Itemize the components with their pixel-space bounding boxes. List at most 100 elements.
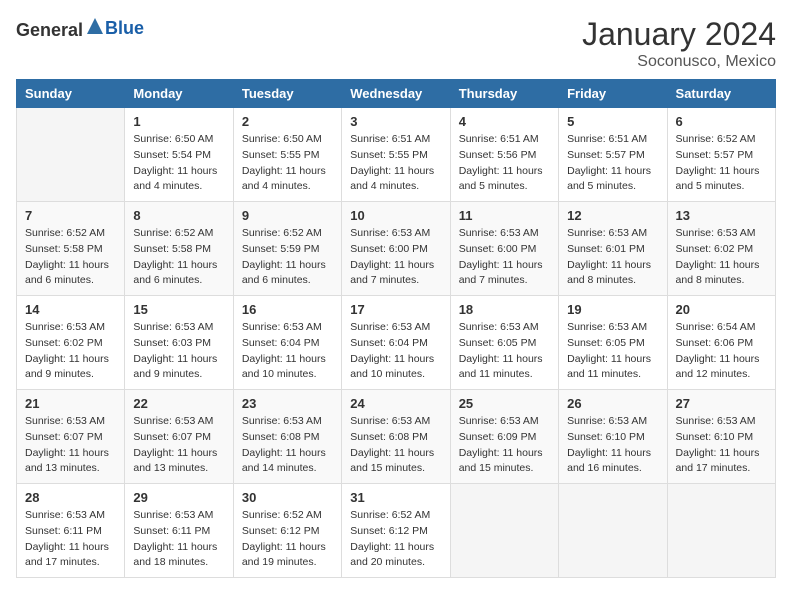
cell-info: Sunrise: 6:53 AMSunset: 6:00 PMDaylight:… <box>350 226 441 289</box>
table-row: 23 Sunrise: 6:53 AMSunset: 6:08 PMDayligh… <box>233 390 341 484</box>
table-row: 9Sunrise: 6:52 AMSunset: 5:59 PMDaylight… <box>233 202 341 296</box>
cell-info: Sunrise: 6:53 AMSunset: 6:04 PMDaylight:… <box>242 320 333 383</box>
cell-info: Sunrise: 6:53 AMSunset: 6:08 PMDaylight:… <box>242 414 333 477</box>
page-header: General Blue January 2024 Soconusco, Mex… <box>16 16 776 71</box>
cell-info: Sunrise: 6:53 AMSunset: 6:08 PMDaylight:… <box>350 414 441 477</box>
day-number: 27 <box>676 396 767 411</box>
table-row: 21Sunrise: 6:53 AMSunset: 6:07 PMDayligh… <box>17 390 125 484</box>
day-number: 19 <box>567 302 658 317</box>
table-row: 19 Sunrise: 6:53 AMSunset: 6:05 PMDayligh… <box>559 296 667 390</box>
cell-info: Sunrise: 6:51 AMSunset: 5:55 PMDaylight:… <box>350 132 441 195</box>
calendar-week-row: 1 Sunrise: 6:50 AMSunset: 5:54 PMDaylight… <box>17 108 776 202</box>
cell-info: Sunrise: 6:53 AMSunset: 6:02 PMDaylight:… <box>25 320 116 383</box>
cell-info: Sunrise: 6:52 AMSunset: 6:12 PMDaylight:… <box>242 508 333 571</box>
table-row: 3 Sunrise: 6:51 AMSunset: 5:55 PMDaylight… <box>342 108 450 202</box>
day-number: 1 <box>133 114 224 129</box>
header-friday: Friday <box>559 80 667 108</box>
cell-info: Sunrise: 6:53 AMSunset: 6:00 PMDaylight:… <box>459 226 550 289</box>
cell-info: Sunrise: 6:53 AMSunset: 6:05 PMDaylight:… <box>567 320 658 383</box>
day-number: 8 <box>133 208 224 223</box>
day-number: 16 <box>242 302 333 317</box>
logo-blue: Blue <box>105 18 144 38</box>
cell-info: Sunrise: 6:51 AMSunset: 5:57 PMDaylight:… <box>567 132 658 195</box>
header-wednesday: Wednesday <box>342 80 450 108</box>
header-monday: Monday <box>125 80 233 108</box>
header-sunday: Sunday <box>17 80 125 108</box>
table-row: 12Sunrise: 6:53 AMSunset: 6:01 PMDayligh… <box>559 202 667 296</box>
table-row: 2Sunrise: 6:50 AMSunset: 5:55 PMDaylight… <box>233 108 341 202</box>
calendar-table: Sunday Monday Tuesday Wednesday Thursday… <box>16 79 776 578</box>
header-thursday: Thursday <box>450 80 558 108</box>
table-row <box>667 484 775 578</box>
calendar-title: January 2024 <box>582 16 776 53</box>
cell-info: Sunrise: 6:53 AMSunset: 6:09 PMDaylight:… <box>459 414 550 477</box>
cell-info: Sunrise: 6:50 AMSunset: 5:54 PMDaylight:… <box>133 132 224 195</box>
cell-info: Sunrise: 6:52 AMSunset: 5:58 PMDaylight:… <box>25 226 116 289</box>
table-row: 18 Sunrise: 6:53 AMSunset: 6:05 PMDayligh… <box>450 296 558 390</box>
day-number: 3 <box>350 114 441 129</box>
day-number: 14 <box>25 302 116 317</box>
day-number: 25 <box>459 396 550 411</box>
table-row <box>17 108 125 202</box>
table-row: 30 Sunrise: 6:52 AMSunset: 6:12 PMDayligh… <box>233 484 341 578</box>
day-number: 15 <box>133 302 224 317</box>
weekday-header-row: Sunday Monday Tuesday Wednesday Thursday… <box>17 80 776 108</box>
logo-icon <box>85 16 105 36</box>
cell-info: Sunrise: 6:53 AMSunset: 6:02 PMDaylight:… <box>676 226 767 289</box>
calendar-week-row: 21 Sunrise: 6:53 AMSunset: 6:07 PMDayligh… <box>17 390 776 484</box>
table-row: 4 Sunrise: 6:51 AMSunset: 5:56 PMDaylight… <box>450 108 558 202</box>
table-row: 24 Sunrise: 6:53 AMSunset: 6:08 PMDayligh… <box>342 390 450 484</box>
cell-info: Sunrise: 6:52 AMSunset: 5:58 PMDaylight:… <box>133 226 224 289</box>
day-number: 17 <box>350 302 441 317</box>
table-row: 22 Sunrise: 6:53 AMSunset: 6:07 PMDayligh… <box>125 390 233 484</box>
cell-info: Sunrise: 6:53 AMSunset: 6:05 PMDaylight:… <box>459 320 550 383</box>
table-row: 17 Sunrise: 6:53 AMSunset: 6:04 PMDayligh… <box>342 296 450 390</box>
table-row: 16 Sunrise: 6:53 AMSunset: 6:04 PMDayligh… <box>233 296 341 390</box>
table-row: 11 Sunrise: 6:53 AMSunset: 6:00 PMDayligh… <box>450 202 558 296</box>
table-row: 15Sunrise: 6:53 AMSunset: 6:03 PMDayligh… <box>125 296 233 390</box>
calendar-week-row: 7 Sunrise: 6:52 AMSunset: 5:58 PMDaylight… <box>17 202 776 296</box>
table-row: 25 Sunrise: 6:53 AMSunset: 6:09 PMDayligh… <box>450 390 558 484</box>
cell-info: Sunrise: 6:53 AMSunset: 6:11 PMDaylight:… <box>25 508 116 571</box>
day-number: 13 <box>676 208 767 223</box>
day-number: 6 <box>676 114 767 129</box>
header-tuesday: Tuesday <box>233 80 341 108</box>
table-row: 1 Sunrise: 6:50 AMSunset: 5:54 PMDaylight… <box>125 108 233 202</box>
table-row: 8 Sunrise: 6:52 AMSunset: 5:58 PMDaylight… <box>125 202 233 296</box>
table-row: 29Sunrise: 6:53 AMSunset: 6:11 PMDayligh… <box>125 484 233 578</box>
calendar-week-row: 28 Sunrise: 6:53 AMSunset: 6:11 PMDayligh… <box>17 484 776 578</box>
table-row: 26Sunrise: 6:53 AMSunset: 6:10 PMDayligh… <box>559 390 667 484</box>
logo-general: General <box>16 20 83 40</box>
cell-info: Sunrise: 6:53 AMSunset: 6:10 PMDaylight:… <box>567 414 658 477</box>
table-row <box>450 484 558 578</box>
day-number: 30 <box>242 490 333 505</box>
day-number: 18 <box>459 302 550 317</box>
table-row: 7 Sunrise: 6:52 AMSunset: 5:58 PMDaylight… <box>17 202 125 296</box>
day-number: 20 <box>676 302 767 317</box>
day-number: 7 <box>25 208 116 223</box>
day-number: 9 <box>242 208 333 223</box>
day-number: 4 <box>459 114 550 129</box>
day-number: 28 <box>25 490 116 505</box>
day-number: 11 <box>459 208 550 223</box>
header-saturday: Saturday <box>667 80 775 108</box>
cell-info: Sunrise: 6:54 AMSunset: 6:06 PMDaylight:… <box>676 320 767 383</box>
cell-info: Sunrise: 6:53 AMSunset: 6:07 PMDaylight:… <box>133 414 224 477</box>
day-number: 24 <box>350 396 441 411</box>
cell-info: Sunrise: 6:51 AMSunset: 5:56 PMDaylight:… <box>459 132 550 195</box>
calendar-subtitle: Soconusco, Mexico <box>582 53 776 71</box>
day-number: 22 <box>133 396 224 411</box>
table-row: 13 Sunrise: 6:53 AMSunset: 6:02 PMDayligh… <box>667 202 775 296</box>
logo: General Blue <box>16 16 144 41</box>
table-row: 27Sunrise: 6:53 AMSunset: 6:10 PMDayligh… <box>667 390 775 484</box>
day-number: 2 <box>242 114 333 129</box>
table-row: 14 Sunrise: 6:53 AMSunset: 6:02 PMDayligh… <box>17 296 125 390</box>
day-number: 23 <box>242 396 333 411</box>
table-row: 31Sunrise: 6:52 AMSunset: 6:12 PMDayligh… <box>342 484 450 578</box>
day-number: 5 <box>567 114 658 129</box>
day-number: 29 <box>133 490 224 505</box>
cell-info: Sunrise: 6:53 AMSunset: 6:04 PMDaylight:… <box>350 320 441 383</box>
table-row: 20 Sunrise: 6:54 AMSunset: 6:06 PMDayligh… <box>667 296 775 390</box>
day-number: 12 <box>567 208 658 223</box>
day-number: 21 <box>25 396 116 411</box>
